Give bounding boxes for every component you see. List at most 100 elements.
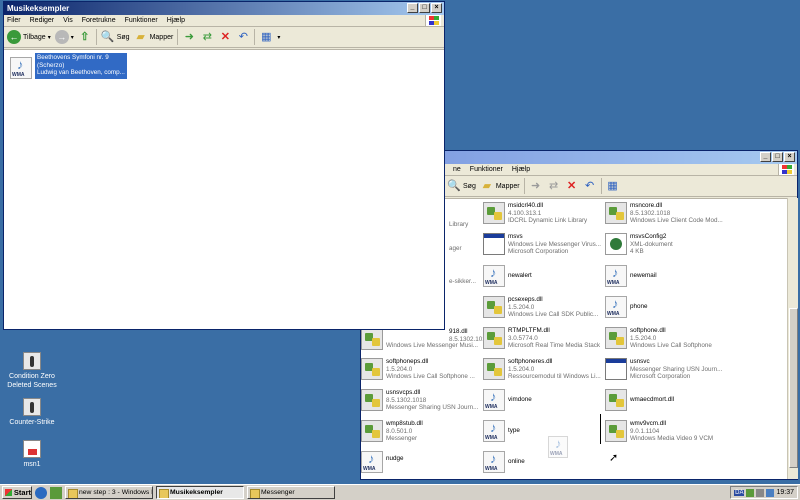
partial-text: e-sikker... [449, 278, 476, 285]
search-button[interactable]: 🔍 Søg [101, 30, 130, 44]
chevron-down-icon: ▾ [70, 34, 74, 41]
wma-audio-icon [483, 389, 505, 411]
move-to-icon[interactable]: ➜ [182, 30, 196, 44]
file-item-selected[interactable]: Beethovens Symfoni nr. 9 (Scherzo) Ludwi… [10, 53, 170, 79]
menu-item-rediger[interactable]: Rediger [30, 17, 55, 24]
file-item[interactable]: nudge [361, 451, 479, 473]
folders-button[interactable]: ▰ Mapper [480, 179, 520, 193]
file-list: Beethovens Symfoni nr. 9 (Scherzo) Ludwi… [4, 49, 444, 329]
toolbar-separator [95, 29, 97, 45]
toolbar-separator [523, 178, 525, 194]
file-item[interactable]: msncore.dll 8.5.1302.1018 Windows Live Cli… [605, 202, 723, 225]
file-item[interactable]: msvs Windows Live Messenger Virus... Micro… [483, 233, 601, 256]
chevron-down-icon: ▾ [277, 34, 281, 41]
xml-document-icon [605, 233, 627, 255]
minimize-button[interactable]: _ [760, 152, 771, 162]
vertical-scrollbar[interactable] [787, 198, 798, 479]
views-icon[interactable]: ▦ [606, 179, 620, 193]
wma-audio-icon [483, 420, 505, 442]
file-item[interactable]: phone [605, 296, 723, 318]
file-item[interactable]: wmp8stub.dll 8.0.501.0 Messenger [361, 420, 479, 443]
desktop-icon-counter-strike[interactable]: Counter-Strike [2, 398, 62, 427]
taskbar-item[interactable]: Messenger [247, 486, 335, 499]
messenger-tray-icon[interactable] [746, 488, 755, 497]
file-item[interactable]: msvsConfig2 XML-dokument 4 KB [605, 233, 723, 256]
file-item[interactable]: wmaecdmort.dll [605, 389, 723, 411]
undo-icon[interactable]: ↶ [236, 30, 250, 44]
file-item[interactable]: usnsvcps.dll 8.5.1302.1018 Messenger Shari… [361, 389, 479, 412]
file-item[interactable]: softphoneres.dll 1.5.204.0 Ressourcemodul … [483, 358, 601, 381]
dll-file-icon [361, 358, 383, 380]
windows-logo-icon [5, 489, 12, 496]
messenger-quicklaunch-icon[interactable] [50, 486, 62, 499]
menu-item[interactable]: Hjælp [512, 166, 530, 173]
undo-icon[interactable]: ↶ [583, 179, 597, 193]
window-titlebar[interactable]: Musikeksempler _ □ × [4, 2, 444, 15]
views-icon[interactable]: ▦ [259, 30, 273, 44]
file-item[interactable]: online [483, 451, 601, 473]
close-button[interactable]: × [784, 152, 795, 162]
start-button[interactable]: Start [2, 486, 32, 499]
menu-item[interactable]: Funktioner [470, 166, 503, 173]
internet-explorer-icon[interactable] [35, 486, 47, 499]
dragged-file-ghost-icon [548, 436, 568, 458]
move-to-icon[interactable]: ➜ [529, 179, 543, 193]
wma-audio-icon [10, 57, 32, 79]
dll-file-icon [605, 420, 627, 442]
file-item[interactable]: vimdone [483, 389, 601, 411]
file-item[interactable]: newalert [483, 265, 601, 287]
musikeksempler-window: Musikeksempler _ □ × Filer Rediger Vis F… [3, 1, 445, 330]
text-cursor-icon [600, 414, 601, 444]
file-item[interactable]: softphone.dll 1.5.204.0 Windows Live Call … [605, 327, 723, 350]
maximize-button[interactable]: □ [419, 3, 430, 13]
speaker-icon[interactable] [756, 488, 765, 497]
file-item[interactable]: Windows Live Messenger Musi... [361, 328, 479, 350]
copy-to-icon[interactable]: ⇄ [200, 30, 214, 44]
search-button[interactable]: 🔍 Søg [447, 179, 476, 193]
delete-icon[interactable]: ✕ [218, 30, 232, 44]
dll-file-icon [605, 389, 627, 411]
close-button[interactable]: × [431, 3, 442, 13]
file-item[interactable]: RTMPLTFM.dll 3.0.5774.0 Microsoft Real Tim… [483, 327, 601, 350]
wma-audio-icon [483, 451, 505, 473]
mouse-pointer-icon: ➚ [609, 452, 619, 464]
menu-item[interactable]: ne [453, 166, 461, 173]
taskbar-item-active[interactable]: Musikeksempler [156, 486, 244, 499]
dll-file-icon [361, 389, 383, 411]
language-indicator[interactable]: DA [734, 489, 745, 496]
folder-icon: ▰ [482, 180, 492, 192]
copy-to-icon[interactable]: ⇄ [547, 179, 561, 193]
scrollbar-thumb[interactable] [789, 308, 798, 468]
desktop-icon-msn1[interactable]: msn1 [2, 440, 62, 469]
menu-item-foretrukne[interactable]: Foretrukne [82, 17, 116, 24]
network-icon[interactable] [766, 488, 775, 497]
file-item[interactable]: msidcrl40.dll 4.100.313.1 IDCRL Dynamic Li… [483, 202, 601, 225]
dll-file-icon [605, 327, 627, 349]
back-arrow-icon: ← [7, 30, 21, 44]
taskbar-item[interactable]: new step : 3 - Windows I... [65, 486, 153, 499]
search-icon: 🔍 [100, 31, 115, 43]
menu-item-hjaelp[interactable]: Hjælp [167, 17, 185, 24]
back-button[interactable]: ← Tilbage ▾ [7, 30, 51, 44]
file-item[interactable]: wmv9vcm.dll 9.0.1.1104 Windows Media Video… [605, 420, 723, 443]
dll-file-icon [361, 328, 383, 350]
desktop-icon-condition-zero[interactable]: Condition Zero Deleted Scenes [2, 352, 62, 390]
up-folder-icon[interactable]: ⇧ [78, 30, 92, 44]
maximize-button[interactable]: □ [772, 152, 783, 162]
file-item[interactable]: softphoneps.dll 1.5.204.0 Windows Live Cal… [361, 358, 479, 381]
file-item[interactable]: newemail [605, 265, 723, 287]
toolbar-separator [177, 29, 179, 45]
minimize-button[interactable]: _ [407, 3, 418, 13]
folders-button[interactable]: ▰ Mapper [134, 30, 173, 44]
menu-item-vis[interactable]: Vis [63, 17, 73, 24]
file-item[interactable]: pcsexeps.dll 1.5.204.0 Windows Live Call S… [483, 296, 601, 319]
counter-strike-icon [23, 398, 41, 416]
folder-icon: ▰ [136, 31, 145, 43]
delete-icon[interactable]: ✕ [565, 179, 579, 193]
forward-button[interactable]: → ▾ [54, 30, 74, 44]
file-item[interactable]: type [483, 420, 601, 442]
menu-item-funktioner[interactable]: Funktioner [125, 17, 158, 24]
file-item[interactable]: usnsvc Messenger Sharing USN Journ... Micr… [605, 358, 723, 381]
menu-item-filer[interactable]: Filer [7, 17, 21, 24]
desktop: Condition Zero Deleted Scenes Counter-St… [0, 0, 800, 484]
